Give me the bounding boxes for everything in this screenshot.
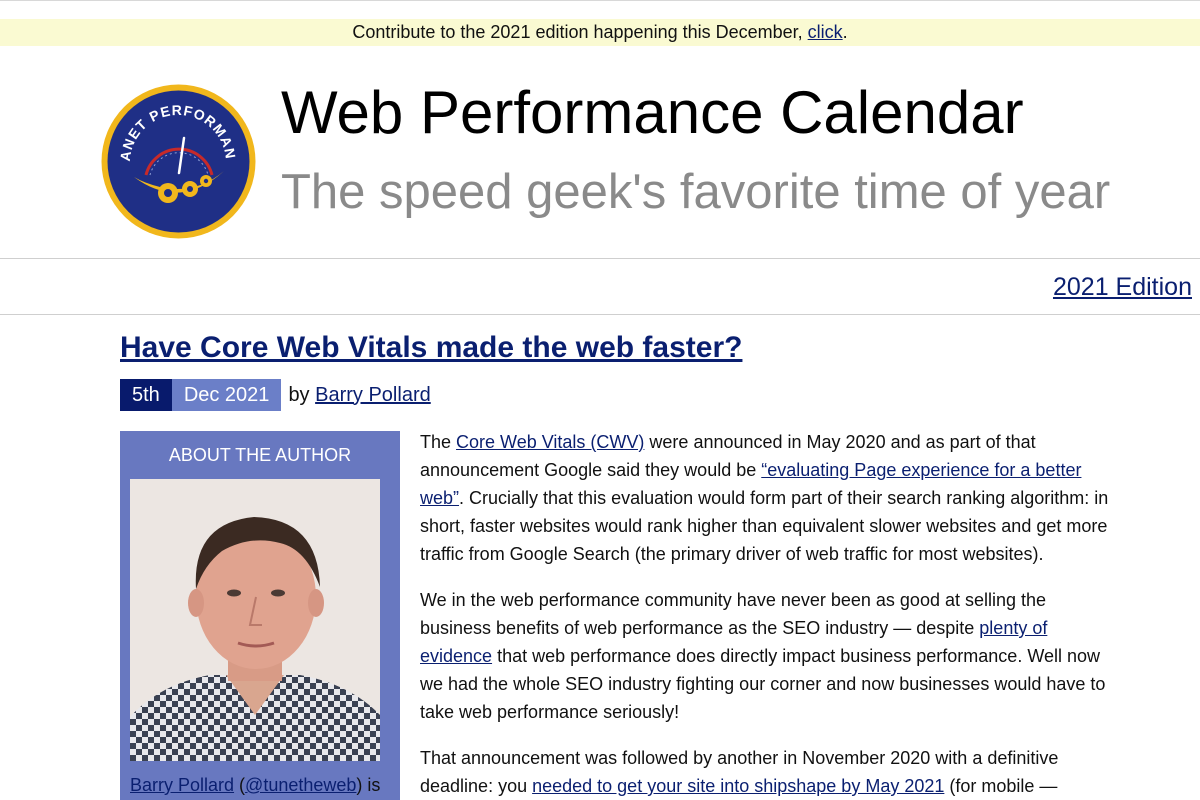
site-tagline: The speed geek's favorite time of year [281,165,1111,219]
article-body: The Core Web Vitals (CWV) were announced… [420,428,1120,800]
post-title: Have Core Web Vitals made the web faster… [120,330,742,366]
author-photo [130,479,380,761]
article-text: . Crucially that this evaluation would f… [420,488,1109,564]
cwv-link[interactable]: Core Web Vitals (CWV) [456,432,644,452]
logo-graphic: PLANET PERFORMANCE [94,70,256,239]
about-author-box: ABOUT THE AUTHOR Barry Pollard (@tunethe… [120,431,400,800]
post-date-month-year: Dec 2021 [171,379,282,411]
article-text: that web performance does directly impac… [420,646,1106,722]
post-title-link[interactable]: Have Core Web Vitals made the web faster… [120,331,742,364]
author-bio-name-link[interactable]: Barry Pollard [130,775,234,795]
post-meta: 5th Dec 2021 by Barry Pollard [120,379,431,411]
shipshape-link[interactable]: needed to get your site into shipshape b… [532,776,944,796]
about-author-heading: ABOUT THE AUTHOR [168,445,352,465]
article-text: We in the web performance community have… [420,590,1047,638]
banner-click-link[interactable]: click [808,22,843,42]
article-text: The [420,432,457,452]
banner-text: Contribute to the 2021 edition happening… [352,22,808,42]
byline-by: by [288,383,310,406]
edition-nav-bar: 2021 Edition [0,258,1200,315]
author-bio: Barry Pollard (@tunetheweb) is [130,773,380,797]
edition-link[interactable]: 2021 Edition [1053,272,1192,302]
banner-period: . [842,22,848,42]
article-paragraph: The Core Web Vitals (CWV) were announced… [420,428,1120,568]
article-text: (for mobile — [944,776,1058,796]
article-paragraph: We in the web performance community have… [420,586,1120,726]
author-bio-handle-link[interactable]: @tunetheweb [245,775,356,795]
author-link[interactable]: Barry Pollard [315,384,431,406]
article-paragraph: That announcement was followed by anothe… [420,744,1120,800]
byline: by Barry Pollard [288,384,430,407]
site-title[interactable]: Web Performance Calendar [281,80,1024,146]
announcement-banner: Contribute to the 2021 edition happening… [0,19,1200,46]
author-bio-text: ) is [356,775,381,795]
author-bio-paren: ( [234,775,246,795]
author-portrait [130,479,380,761]
top-rule [0,0,1200,1]
planet-performance-logo[interactable]: PLANET PERFORMANCE [94,70,257,240]
post-date-day: 5th [120,379,172,411]
